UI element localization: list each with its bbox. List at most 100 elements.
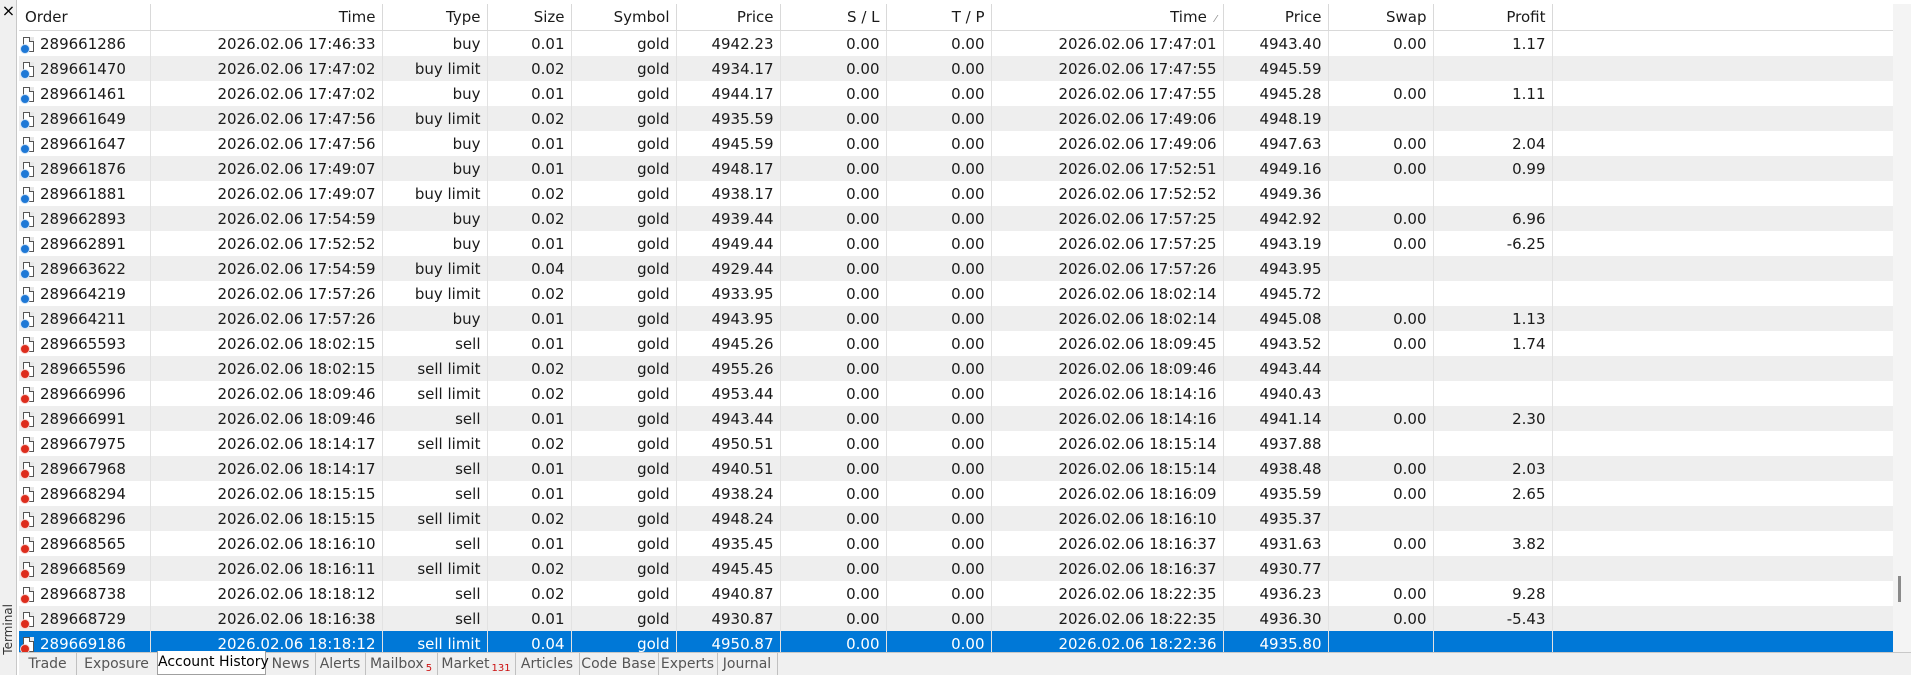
table-row[interactable]: 289661647 2026.02.06 17:47:56 buy 0.01 gold 4… bbox=[19, 131, 1893, 156]
row-filler bbox=[1552, 506, 1893, 531]
profit-cell: 2.04 bbox=[1433, 131, 1553, 156]
tab-alerts[interactable]: Alerts bbox=[315, 653, 366, 675]
tab-badge: 131 bbox=[491, 663, 511, 674]
tp-cell: 0.00 bbox=[886, 30, 992, 56]
column-header-open-price[interactable]: Price bbox=[676, 4, 781, 31]
column-header-sl[interactable]: S / L bbox=[780, 4, 887, 31]
vertical-scrollbar[interactable] bbox=[1893, 4, 1911, 652]
table-row[interactable]: 289666991 2026.02.06 18:09:46 sell 0.01 gold… bbox=[19, 406, 1893, 431]
tab-trade[interactable]: Trade bbox=[19, 653, 77, 675]
table-row[interactable]: 289664219 2026.02.06 17:57:26 buy limit 0.0… bbox=[19, 281, 1893, 306]
row-filler bbox=[1552, 431, 1893, 456]
row-filler bbox=[1552, 56, 1893, 81]
symbol-cell: gold bbox=[571, 81, 677, 106]
column-header-open-time[interactable]: Time bbox=[150, 4, 383, 31]
row-filler bbox=[1552, 256, 1893, 281]
close-price-cell: 4935.37 bbox=[1223, 506, 1329, 531]
column-header-profit[interactable]: Profit bbox=[1433, 4, 1553, 31]
table-row[interactable]: 289669186 2026.02.06 18:18:12 sell limit 0.… bbox=[19, 631, 1893, 652]
table-row[interactable]: 289661470 2026.02.06 17:47:02 buy limit 0.0… bbox=[19, 56, 1893, 81]
tp-cell: 0.00 bbox=[886, 456, 992, 481]
close-price-cell: 4942.92 bbox=[1223, 206, 1329, 231]
row-filler bbox=[1552, 631, 1893, 652]
column-header-size[interactable]: Size bbox=[487, 4, 572, 31]
open-time-cell: 2026.02.06 17:47:56 bbox=[150, 106, 383, 131]
sell-order-icon bbox=[20, 336, 34, 354]
tab-market[interactable]: Market 131 bbox=[437, 653, 516, 675]
table-row[interactable]: 289662891 2026.02.06 17:52:52 buy 0.01 gold 4… bbox=[19, 231, 1893, 256]
table-row[interactable]: 289668296 2026.02.06 18:15:15 sell limit 0.… bbox=[19, 506, 1893, 531]
swap-cell: 0.00 bbox=[1328, 531, 1434, 556]
tab-news[interactable]: News bbox=[266, 653, 316, 675]
account-history-table: Order Time Type Size Symbol Price S / L … bbox=[19, 4, 1893, 652]
table-row[interactable]: 289661461 2026.02.06 17:47:02 buy 0.01 gold 4… bbox=[19, 81, 1893, 106]
column-header-swap[interactable]: Swap bbox=[1328, 4, 1434, 31]
tab-mailbox[interactable]: Mailbox 5 bbox=[365, 653, 438, 675]
close-time-cell: 2026.02.06 18:16:37 bbox=[991, 531, 1224, 556]
table-row[interactable]: 289666996 2026.02.06 18:09:46 sell limit 0.… bbox=[19, 381, 1893, 406]
row-filler bbox=[1552, 31, 1893, 57]
buy-dot-icon bbox=[20, 193, 30, 204]
open-price-cell: 4950.87 bbox=[676, 631, 781, 652]
table-row[interactable]: 289668294 2026.02.06 18:15:15 sell 0.01 gold… bbox=[19, 481, 1893, 506]
row-filler bbox=[1552, 206, 1893, 231]
table-row[interactable]: 289667968 2026.02.06 18:14:17 sell 0.01 gold… bbox=[19, 456, 1893, 481]
symbol-cell: gold bbox=[571, 331, 677, 356]
close-time-cell: 2026.02.06 18:22:35 bbox=[991, 606, 1224, 631]
sl-cell: 0.00 bbox=[780, 506, 887, 531]
table-row[interactable]: 289663622 2026.02.06 17:54:59 buy limit 0.0… bbox=[19, 256, 1893, 281]
buy-order-icon bbox=[20, 111, 34, 129]
table-row[interactable]: 289662893 2026.02.06 17:54:59 buy 0.02 gold 4… bbox=[19, 206, 1893, 231]
open-time-cell: 2026.02.06 17:49:07 bbox=[150, 156, 383, 181]
buy-dot-icon bbox=[20, 143, 30, 154]
order-cell: 289668296 bbox=[19, 506, 151, 531]
column-header-type[interactable]: Type bbox=[382, 4, 488, 31]
close-time-cell: 2026.02.06 18:14:16 bbox=[991, 406, 1224, 431]
order-number: 289665596 bbox=[40, 359, 126, 378]
table-row[interactable]: 289667975 2026.02.06 18:14:17 sell limit 0.… bbox=[19, 431, 1893, 456]
table-row[interactable]: 289661881 2026.02.06 17:49:07 buy limit 0.0… bbox=[19, 181, 1893, 206]
order-number: 289661649 bbox=[40, 109, 126, 128]
column-header-tp[interactable]: T / P bbox=[886, 4, 992, 31]
close-time-cell: 2026.02.06 18:15:14 bbox=[991, 431, 1224, 456]
table-row[interactable]: 289665593 2026.02.06 18:02:15 sell 0.01 gold… bbox=[19, 331, 1893, 356]
close-price-cell: 4943.40 bbox=[1223, 30, 1329, 56]
open-time-cell: 2026.02.06 17:47:02 bbox=[150, 56, 383, 81]
column-header-symbol[interactable]: Symbol bbox=[571, 4, 677, 31]
tab-journal[interactable]: Journal bbox=[717, 653, 778, 675]
table-row[interactable]: 289661876 2026.02.06 17:49:07 buy 0.01 gold 4… bbox=[19, 156, 1893, 181]
close-icon[interactable]: × bbox=[0, 2, 17, 19]
profit-cell: 2.65 bbox=[1433, 481, 1553, 506]
terminal-tab-bar: Trade Exposure Account History News Alerts Ma… bbox=[19, 651, 1911, 675]
row-filler bbox=[1552, 156, 1893, 181]
column-header-close-time[interactable]: Time ⁄ bbox=[991, 4, 1224, 31]
table-row[interactable]: 289668729 2026.02.06 18:16:38 sell 0.01 gold… bbox=[19, 606, 1893, 631]
table-row[interactable]: 289668738 2026.02.06 18:18:12 sell 0.02 gold… bbox=[19, 581, 1893, 606]
tab-account-history[interactable]: Account History bbox=[157, 651, 269, 675]
open-price-cell: 4955.26 bbox=[676, 356, 781, 381]
order-number: 289668569 bbox=[40, 559, 126, 578]
close-time-cell: 2026.02.06 18:16:10 bbox=[991, 506, 1224, 531]
close-time-cell: 2026.02.06 17:57:25 bbox=[991, 206, 1224, 231]
tab-exposure[interactable]: Exposure bbox=[76, 653, 158, 675]
table-row[interactable]: 289661649 2026.02.06 17:47:56 buy limit 0.0… bbox=[19, 106, 1893, 131]
scrollbar-thumb[interactable] bbox=[1898, 576, 1901, 602]
column-header-close-price[interactable]: Price bbox=[1223, 4, 1329, 31]
order-cell: 289665596 bbox=[19, 356, 151, 381]
swap-cell: 0.00 bbox=[1328, 81, 1434, 106]
tab-articles[interactable]: Articles bbox=[515, 653, 580, 675]
close-time-cell: 2026.02.06 18:16:09 bbox=[991, 481, 1224, 506]
order-number: 289664211 bbox=[40, 309, 126, 328]
tab-code-base[interactable]: Code Base bbox=[579, 653, 659, 675]
table-row[interactable]: 289668565 2026.02.06 18:16:10 sell 0.01 gold… bbox=[19, 531, 1893, 556]
table-row[interactable]: 289665596 2026.02.06 18:02:15 sell limit 0.… bbox=[19, 356, 1893, 381]
tab-experts[interactable]: Experts bbox=[658, 653, 718, 675]
table-row[interactable]: 289668569 2026.02.06 18:16:11 sell limit 0.… bbox=[19, 556, 1893, 581]
column-header-order[interactable]: Order bbox=[19, 4, 151, 31]
swap-cell bbox=[1328, 431, 1434, 456]
table-row[interactable]: 289661286 2026.02.06 17:46:33 buy 0.01 gold 4… bbox=[19, 30, 1893, 57]
tab-label: Market bbox=[441, 656, 490, 672]
close-price-cell: 4931.63 bbox=[1223, 531, 1329, 556]
table-row[interactable]: 289664211 2026.02.06 17:57:26 buy 0.01 gold 4… bbox=[19, 306, 1893, 331]
profit-cell bbox=[1433, 106, 1553, 131]
